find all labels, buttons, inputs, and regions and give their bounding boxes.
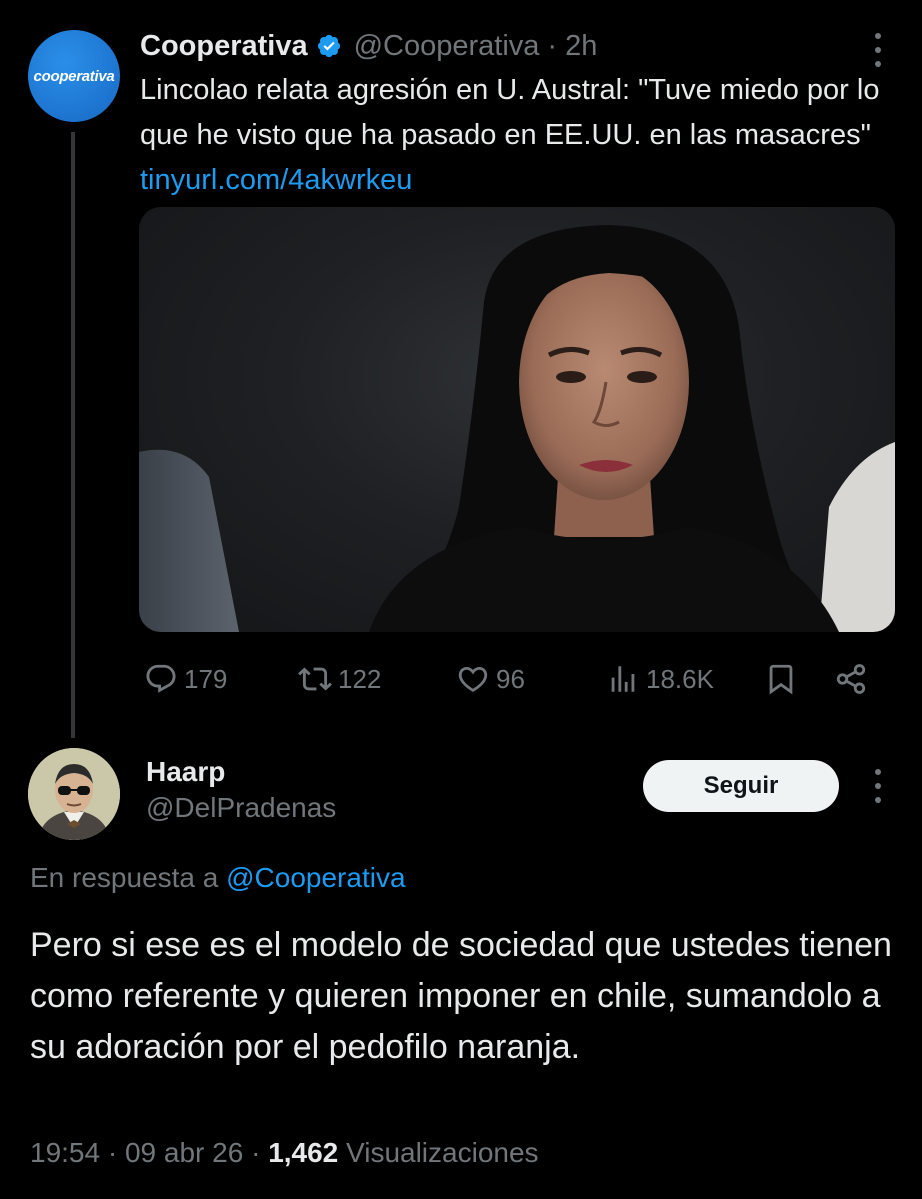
avatar-illustration	[28, 748, 120, 840]
header-separator: ·	[547, 29, 558, 62]
reply-author-name[interactable]: Haarp	[146, 756, 225, 788]
reply-author-handle[interactable]: @DelPradenas	[146, 792, 336, 824]
reply-count: 179	[184, 663, 228, 694]
views-count: 18.6K	[646, 663, 714, 694]
bookmark-icon	[769, 664, 793, 695]
in-reply-prefix: En respuesta a	[30, 862, 219, 893]
repost-icon	[298, 667, 332, 691]
parent-tweet-text: Lincolao relata agresión en U. Austral: …	[140, 68, 880, 203]
portrait-photo	[139, 225, 895, 632]
reply-views-count[interactable]: 1,462	[268, 1137, 338, 1168]
cooperativa-avatar[interactable]: cooperativa	[28, 30, 120, 122]
like-icon	[458, 666, 488, 692]
repost-count: 122	[338, 663, 382, 694]
share-icon	[836, 664, 866, 694]
avatar-logo-text: cooperativa	[33, 67, 115, 85]
parent-author-name[interactable]: Cooperativa	[140, 30, 308, 63]
parent-tweet-actions: 179 122 96 18.6K	[140, 652, 880, 706]
share-action[interactable]	[834, 652, 868, 706]
parent-author-handle[interactable]: @Cooperativa	[354, 30, 540, 63]
parent-more-icon[interactable]	[874, 33, 882, 67]
like-count: 96	[496, 663, 525, 694]
reply-icon	[146, 664, 176, 693]
parent-tweet-body: Lincolao relata agresión en U. Austral: …	[140, 74, 880, 151]
reply-action[interactable]: 179	[144, 652, 227, 706]
in-reply-to: En respuesta a @Cooperativa	[30, 862, 406, 894]
reply-metadata: 19:54 · 09 abr 26 · 1,462 Visualizacione…	[30, 1137, 539, 1169]
meta-separator: ·	[107, 1137, 118, 1168]
parent-tweet-header: Cooperativa @Cooperativa · 2h	[140, 26, 597, 66]
bookmark-action[interactable]	[764, 652, 798, 706]
reply-date[interactable]: 09 abr 26	[125, 1137, 243, 1168]
haarp-avatar[interactable]	[28, 748, 120, 840]
reply-time[interactable]: 19:54	[30, 1137, 100, 1168]
views-icon	[611, 666, 635, 692]
reply-views-label: Visualizaciones	[346, 1137, 539, 1168]
reply-tweet-text: Pero si ese es el modelo de sociedad que…	[30, 926, 892, 1066]
parent-tweet-time[interactable]: 2h	[565, 30, 597, 63]
thread-connector-line	[71, 132, 75, 738]
like-action[interactable]: 96	[456, 652, 525, 706]
follow-button[interactable]: Seguir	[643, 760, 839, 812]
verified-badge-icon	[316, 33, 342, 59]
reply-more-icon[interactable]	[874, 769, 882, 803]
parent-tweet-link[interactable]: tinyurl.com/4akwrkeu	[140, 164, 412, 196]
tweet-thread: cooperativa Cooperativa @Cooperativa · 2…	[0, 0, 922, 1199]
in-reply-mention[interactable]: @Cooperativa	[226, 862, 405, 893]
tweet-media-photo[interactable]	[139, 207, 895, 632]
views-action[interactable]: 18.6K	[606, 652, 714, 706]
repost-action[interactable]: 122	[298, 652, 381, 706]
meta-separator: ·	[251, 1137, 261, 1168]
